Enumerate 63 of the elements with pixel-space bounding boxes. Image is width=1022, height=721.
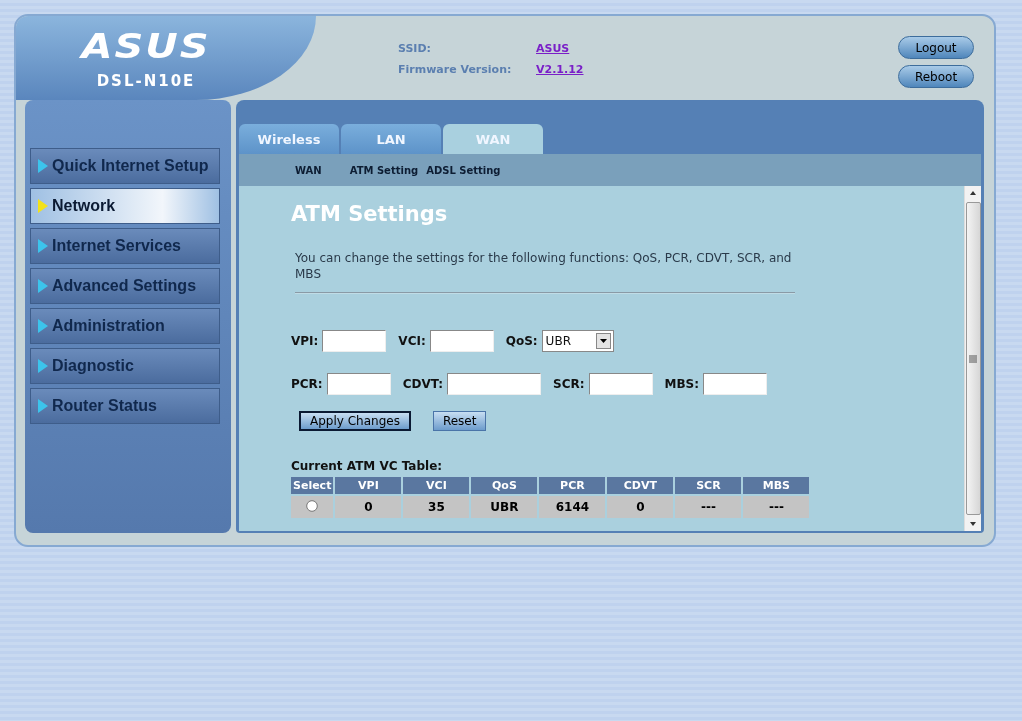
input-field[interactable] — [322, 330, 387, 352]
column-header: PCR — [539, 477, 606, 494]
info-link[interactable]: ASUS — [536, 42, 584, 55]
tab[interactable]: Wireless — [239, 124, 339, 154]
field-label: VPI: — [291, 334, 319, 348]
field-label: QoS: — [505, 334, 538, 348]
input-field[interactable] — [326, 373, 391, 395]
input-field[interactable] — [429, 330, 494, 352]
column-header: MBS — [743, 477, 810, 494]
triangle-icon — [37, 318, 49, 334]
subnav-link[interactable]: ATM Setting — [349, 164, 419, 176]
column-header: QoS — [471, 477, 538, 494]
info-label: Firmware Version: — [398, 63, 513, 76]
triangle-icon — [37, 158, 49, 174]
sidebar-item[interactable]: Internet Services — [30, 228, 220, 264]
description-text: You can change the settings for the following functions: QoS, PCR, CDVT, SCR, and MBS — [295, 250, 793, 282]
qos-dropdown[interactable]: UBR — [541, 330, 614, 352]
table-cell: 0 — [607, 496, 674, 518]
sidebar-item[interactable]: Administration — [30, 308, 220, 344]
table-title: Current ATM VC Table: — [291, 459, 444, 473]
triangle-icon — [37, 398, 49, 414]
model-name: DSL-N10E — [96, 72, 196, 90]
info-label: SSID: — [398, 42, 432, 55]
radio-button[interactable] — [306, 499, 319, 512]
field-label: PCR: — [291, 377, 323, 391]
table-cell: 0 — [335, 496, 402, 518]
table-cell: --- — [675, 496, 742, 518]
table-cell: 6144 — [539, 496, 606, 518]
column-header: VCI — [403, 477, 470, 494]
sidebar-item[interactable]: Advanced Settings — [30, 268, 220, 304]
field-label: MBS: — [664, 377, 700, 391]
sidebar-item[interactable]: Quick Internet Setup — [30, 148, 220, 184]
tab[interactable]: LAN — [341, 124, 441, 154]
brand-logo: ASUS — [81, 29, 211, 63]
table-cell: UBR — [471, 496, 538, 518]
triangle-icon — [37, 278, 49, 294]
table-cell: --- — [743, 496, 810, 518]
caret-icon — [595, 333, 611, 349]
triangle-icon — [37, 198, 49, 214]
page-heading: ATM Settings — [291, 202, 449, 226]
input-field[interactable] — [703, 373, 768, 395]
column-header: CDVT — [607, 477, 674, 494]
form-button[interactable]: Apply Changes — [299, 411, 411, 431]
table-cell: 35 — [403, 496, 470, 518]
info-link[interactable]: V2.1.12 — [536, 63, 584, 76]
field-label: SCR: — [553, 377, 585, 391]
header-button[interactable]: Reboot — [898, 65, 974, 88]
column-header: SCR — [675, 477, 742, 494]
form-button[interactable]: Reset — [432, 411, 487, 431]
field-label: CDVT: — [402, 377, 444, 391]
subnav-link[interactable]: WAN — [295, 164, 322, 176]
sidebar-item[interactable]: Router Status — [30, 388, 220, 424]
column-header: VPI — [335, 477, 402, 494]
sidebar-item[interactable]: Network — [30, 188, 220, 224]
field-label: VCI: — [398, 334, 426, 348]
input-field[interactable] — [588, 373, 653, 395]
sidebar-item[interactable]: Diagnostic — [30, 348, 220, 384]
triangle-icon — [37, 358, 49, 374]
input-field[interactable] — [447, 373, 542, 395]
triangle-icon — [37, 238, 49, 254]
column-header: Select — [291, 477, 334, 494]
header-button[interactable]: Logout — [898, 36, 974, 59]
subnav-link[interactable]: ADSL Setting — [426, 164, 501, 176]
